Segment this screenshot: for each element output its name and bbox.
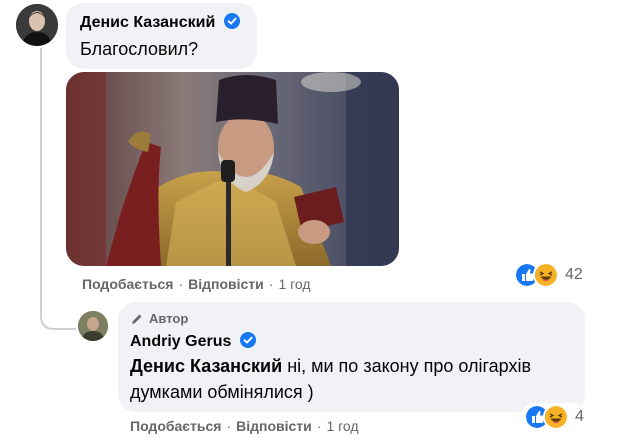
reaction-count: 42: [565, 266, 583, 283]
comment-actions: Подобається · Відповісти · 1 год: [82, 276, 311, 292]
reply-reply-button[interactable]: Відповісти: [236, 418, 312, 434]
avatar[interactable]: [16, 4, 58, 46]
comment-reactions[interactable]: 42: [512, 261, 585, 289]
author-badge-label: Автор: [149, 311, 189, 326]
comment-bubble: Денис Казанский Благословил?: [66, 3, 257, 69]
thread-line: [40, 48, 76, 330]
comment-timestamp[interactable]: 1 год: [278, 276, 310, 292]
reply-button[interactable]: Відповісти: [188, 276, 264, 292]
reply-reactions[interactable]: 4: [522, 403, 586, 431]
reply-like-button[interactable]: Подобається: [130, 418, 221, 434]
reply-text-line2: думками обмінялися ): [130, 382, 314, 402]
reply-actions: Подобається · Відповісти · 1 год: [130, 418, 359, 434]
verified-badge-icon: [239, 332, 256, 348]
reply-text-line1: Денис Казанский ні, ми по закону про олі…: [130, 356, 532, 376]
comment-photo[interactable]: [66, 72, 399, 266]
reply-timestamp[interactable]: 1 год: [326, 418, 358, 434]
verified-badge-icon: [223, 13, 240, 29]
author-badge: Автор: [130, 311, 188, 326]
pencil-icon: [132, 314, 142, 324]
like-button[interactable]: Подобається: [82, 276, 173, 292]
haha-icon: [533, 262, 559, 288]
comment-author[interactable]: Денис Казанский: [80, 14, 215, 31]
comment-text: Благословил?: [80, 39, 199, 59]
reaction-count: 4: [575, 408, 584, 425]
mention-link[interactable]: Денис Казанский: [130, 356, 282, 376]
haha-icon: [543, 404, 569, 430]
reply-avatar[interactable]: [78, 311, 108, 341]
reply-bubble: Автор Andriy Gerus Денис Казанский ні, м…: [118, 302, 585, 412]
reply-author[interactable]: Andriy Gerus: [130, 333, 231, 350]
